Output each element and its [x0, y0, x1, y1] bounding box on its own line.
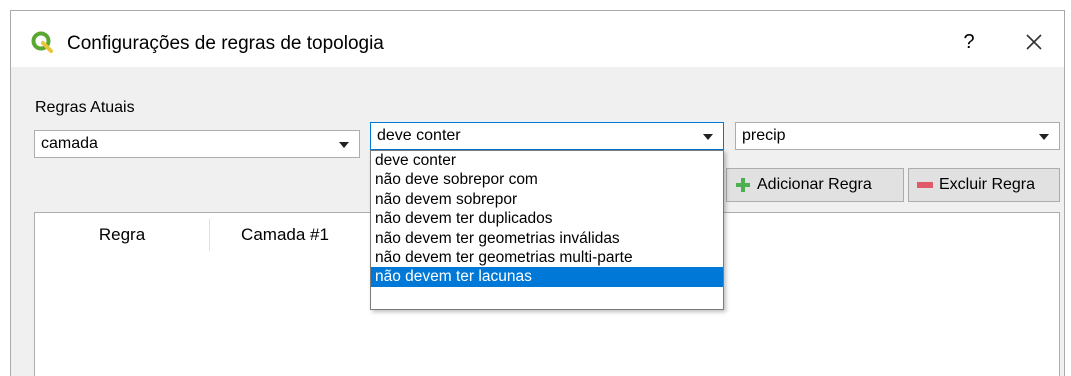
target-layer-combobox-value: precip — [742, 127, 786, 144]
column-header-rule[interactable]: Regra — [35, 213, 209, 257]
title-bar: Configurações de regras de topologia ? — [11, 11, 1064, 67]
dialog-title: Configurações de regras de topologia — [67, 33, 384, 54]
minus-icon — [917, 182, 933, 188]
target-layer-combobox[interactable]: precip — [735, 122, 1060, 150]
layer-combobox-value: camada — [41, 135, 98, 152]
delete-rule-label: Excluir Regra — [939, 176, 1036, 193]
rule-dropdown-list[interactable]: deve conter não deve sobrepor com não de… — [370, 150, 724, 310]
rule-option[interactable]: não devem ter geometrias multi-parte — [371, 248, 723, 267]
rule-option[interactable]: não devem ter geometrias inválidas — [371, 229, 723, 248]
delete-rule-button[interactable]: Excluir Regra — [908, 168, 1060, 202]
chevron-down-icon — [703, 134, 713, 140]
rule-option[interactable]: não devem ter duplicados — [371, 209, 723, 228]
rule-option[interactable]: não deve sobrepor com — [371, 170, 723, 189]
close-icon — [1026, 34, 1042, 50]
rule-option[interactable]: deve conter — [371, 151, 723, 170]
add-rule-button[interactable]: Adicionar Regra — [726, 168, 904, 202]
layer-combobox[interactable]: camada — [34, 130, 360, 158]
column-header-layer-1[interactable]: Camada #1 — [210, 213, 360, 257]
chevron-down-icon — [339, 142, 349, 148]
rule-option[interactable]: não devem sobrepor — [371, 190, 723, 209]
help-button[interactable]: ? — [951, 25, 987, 59]
add-rule-label: Adicionar Regra — [757, 176, 872, 193]
rule-combobox-value: deve conter — [377, 127, 461, 144]
rule-combobox[interactable]: deve conter — [370, 122, 724, 150]
current-rules-label: Regras Atuais — [35, 99, 135, 116]
qgis-logo-icon — [31, 31, 53, 53]
close-button[interactable] — [1016, 25, 1052, 59]
rule-option-highlighted[interactable]: não devem ter lacunas — [371, 267, 723, 287]
chevron-down-icon — [1039, 134, 1049, 140]
plus-icon — [736, 178, 750, 192]
